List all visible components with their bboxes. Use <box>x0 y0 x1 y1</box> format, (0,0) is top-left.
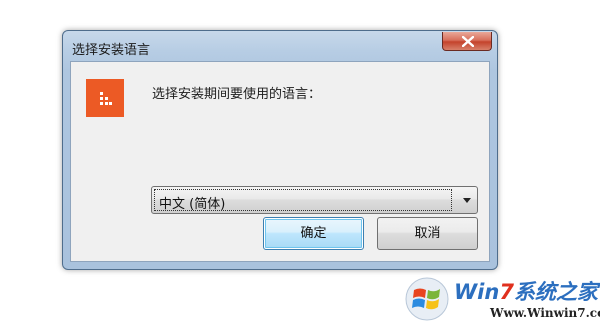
watermark-brand-suffix: 系统之家 <box>513 280 598 304</box>
chevron-down-icon[interactable] <box>463 198 471 203</box>
watermark: Win7系统之家 Www.Winwin7.com <box>404 272 600 324</box>
watermark-brand-prefix: Win <box>454 280 500 304</box>
language-select-value: 中文 (简体) <box>159 197 226 212</box>
language-select[interactable]: 中文 (简体) <box>151 186 478 214</box>
close-button[interactable] <box>442 32 492 51</box>
watermark-brand: Win7系统之家 <box>454 276 598 306</box>
windows-logo-icon <box>405 277 449 321</box>
window-title: 选择安装语言 <box>72 43 151 58</box>
language-select-focus: 中文 (简体) <box>154 189 452 212</box>
installer-language-dialog: 选择安装语言 选择安装期间要使用的语言： 中文 (简体) 确定 取消 <box>62 30 498 270</box>
cancel-button[interactable]: 取消 <box>377 217 478 250</box>
ok-button[interactable]: 确定 <box>263 217 364 250</box>
watermark-url: Www.Winwin7.com <box>490 306 600 320</box>
watermark-brand-seven: 7 <box>499 280 514 304</box>
page: 选择安装语言 选择安装期间要使用的语言： 中文 (简体) 确定 取消 Win7系… <box>0 0 600 328</box>
language-prompt: 选择安装期间要使用的语言： <box>152 87 322 102</box>
close-icon <box>462 36 474 47</box>
dialog-client-area: 选择安装期间要使用的语言： 中文 (简体) 确定 取消 <box>70 61 490 262</box>
app-logo-icon <box>86 79 124 117</box>
